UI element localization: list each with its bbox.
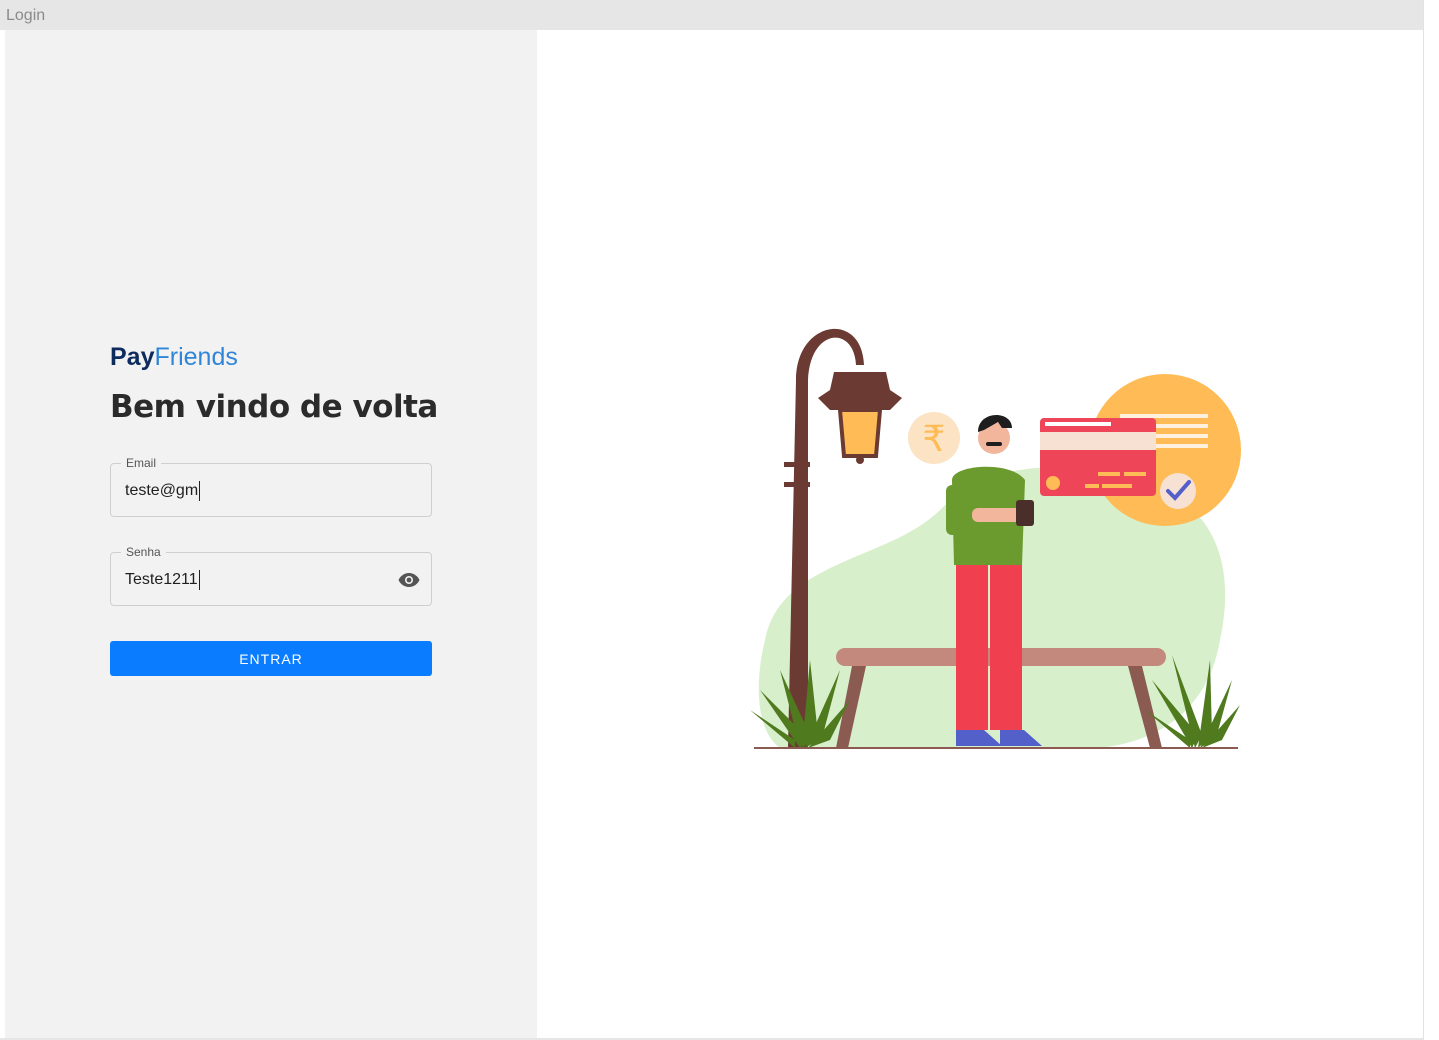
eye-icon[interactable]: [397, 568, 421, 592]
rupee-symbol: ₹: [923, 419, 946, 460]
ground-line: [754, 747, 1238, 749]
brand-logo-friends: Friends: [154, 343, 238, 371]
email-input[interactable]: teste@gm: [125, 481, 201, 501]
password-label: Senha: [121, 545, 166, 559]
password-input[interactable]: Teste1211: [125, 570, 200, 590]
frame-edge: [1423, 0, 1424, 1040]
page-title: Bem vindo de volta: [110, 389, 438, 425]
window-title-bar: Login: [0, 0, 1424, 30]
payment-illustration: ₹: [750, 328, 1241, 749]
window-title: Login: [6, 7, 46, 24]
password-field[interactable]: Senha Teste1211: [110, 545, 432, 606]
email-field[interactable]: Email teste@gm: [110, 456, 432, 517]
brand-logo-pay: Pay: [110, 343, 155, 371]
check-icon: [1160, 473, 1196, 509]
login-panel: [5, 30, 537, 1038]
submit-button[interactable]: ENTRAR: [110, 641, 432, 676]
brand-logo: PayFriends: [110, 342, 238, 372]
email-label: Email: [121, 456, 162, 470]
